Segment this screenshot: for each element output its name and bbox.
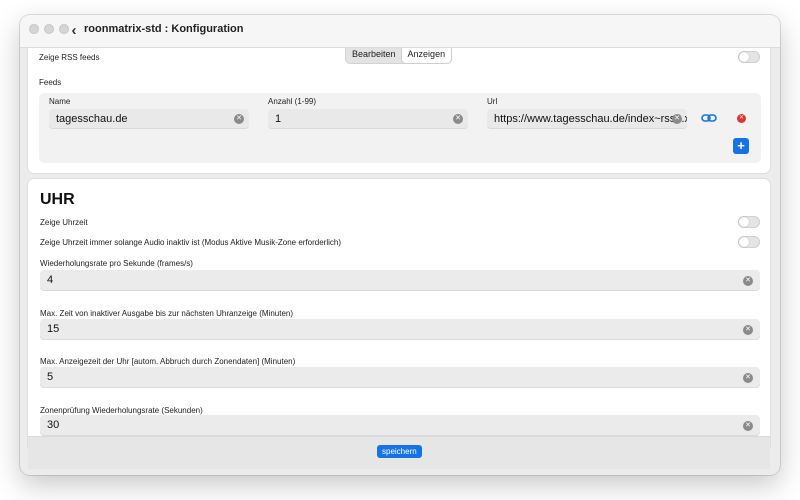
max-display-time-label: Max. Anzeigezeit der Uhr [autom. Abbruch… <box>40 357 296 366</box>
frame-rate-label: Wiederholungsrate pro Sekunde (frames/s) <box>40 259 193 268</box>
show-time-toggle[interactable] <box>738 216 760 228</box>
toggle-knob <box>739 52 749 62</box>
feed-name-value: tagesschau.de <box>56 113 128 125</box>
column-url-label: Url <box>487 97 498 106</box>
zone-check-rate-label: Zonenprüfung Wiederholungsrate (Sekunden… <box>40 406 203 415</box>
feeds-label: Feeds <box>39 78 62 87</box>
clear-count-icon[interactable]: ✕ <box>453 114 463 124</box>
footer-bar: speichern <box>28 436 770 469</box>
show-rss-label: Zeige RSS feeds <box>39 53 100 62</box>
save-button[interactable]: speichern <box>377 445 422 458</box>
segment-view[interactable]: Anzeigen <box>401 48 452 63</box>
feed-row: Name Anzahl (1-99) Url tagesschau.de ✕ 1… <box>39 93 761 163</box>
feed-count-input[interactable]: 1 ✕ <box>268 109 468 129</box>
toggle-knob <box>739 237 749 247</box>
toggle-knob <box>739 217 749 227</box>
clear-url-icon[interactable]: ✕ <box>672 114 682 124</box>
feed-url-value: https://www.tagesschau.de/index~rss2.xml <box>494 113 687 125</box>
inactive-time-input[interactable]: 15 ✕ <box>40 319 760 340</box>
max-display-time-value: 5 <box>47 371 54 383</box>
back-chevron-icon[interactable]: ‹ <box>66 21 82 41</box>
clear-zone-check-rate-icon[interactable]: ✕ <box>743 420 753 431</box>
frame-rate-value: 4 <box>47 274 54 286</box>
clear-max-display-time-icon[interactable]: ✕ <box>743 372 753 383</box>
clear-frame-rate-icon[interactable]: ✕ <box>743 275 753 286</box>
column-count-label: Anzahl (1-99) <box>268 97 317 106</box>
add-feed-button[interactable]: + <box>733 138 749 154</box>
max-display-time-input[interactable]: 5 ✕ <box>40 367 760 388</box>
clear-inactive-time-icon[interactable]: ✕ <box>743 324 753 335</box>
clock-heading: UHR <box>40 191 75 208</box>
feed-name-input[interactable]: tagesschau.de ✕ <box>49 109 249 129</box>
link-icon[interactable] <box>701 112 717 124</box>
frame-rate-input[interactable]: 4 ✕ <box>40 270 760 291</box>
clock-section: UHR Zeige Uhrzeit Zeige Uhrzeit immer so… <box>28 179 770 448</box>
feed-count-value: 1 <box>275 113 282 125</box>
title-bar: ‹ roonmatrix-std : Konfiguration <box>20 15 780 48</box>
inactive-time-label: Max. Zeit von inaktiver Ausgabe bis zur … <box>40 309 294 318</box>
rss-section: Zeige RSS feeds Bearbeiten Anzeigen Feed… <box>28 48 770 173</box>
column-name-label: Name <box>49 97 71 106</box>
show-rss-toggle[interactable] <box>738 51 760 63</box>
minimize-window-icon[interactable] <box>44 24 54 34</box>
window-title: roonmatrix-std : Konfiguration <box>84 23 244 35</box>
zone-check-rate-input[interactable]: 30 ✕ <box>40 415 760 436</box>
close-window-icon[interactable] <box>29 24 39 34</box>
show-time-inactive-label: Zeige Uhrzeit immer solange Audio inakti… <box>40 238 342 247</box>
show-time-label: Zeige Uhrzeit <box>40 218 88 227</box>
content-area[interactable]: Zeige RSS feeds Bearbeiten Anzeigen Feed… <box>20 48 780 448</box>
show-time-inactive-toggle[interactable] <box>738 236 760 248</box>
edit-view-segmented-control: Bearbeiten Anzeigen <box>346 48 452 63</box>
delete-feed-icon[interactable]: ✕ <box>737 114 746 123</box>
feed-url-input[interactable]: https://www.tagesschau.de/index~rss2.xml… <box>487 109 687 129</box>
inactive-time-value: 15 <box>47 323 60 335</box>
clear-name-icon[interactable]: ✕ <box>234 114 244 124</box>
app-window: ‹ roonmatrix-std : Konfiguration Zeige R… <box>20 15 780 475</box>
segment-edit[interactable]: Bearbeiten <box>346 48 402 63</box>
zone-check-rate-value: 30 <box>47 419 60 431</box>
